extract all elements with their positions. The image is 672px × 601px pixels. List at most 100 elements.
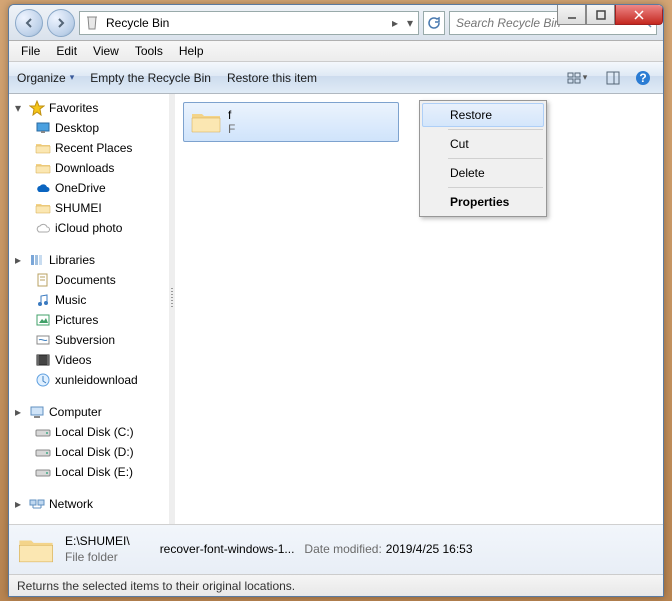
sidebar-item-videos[interactable]: Videos [9, 350, 169, 370]
network-group: ▸ Network [9, 494, 169, 514]
sidebar-item-subversion[interactable]: Subversion [9, 330, 169, 350]
computer-header[interactable]: ▸ Computer [9, 402, 169, 422]
sidebar-item-shumei[interactable]: SHUMEI [9, 198, 169, 218]
music-icon [35, 292, 51, 308]
desktop-icon [35, 120, 51, 136]
address-bar[interactable]: Recycle Bin ▸ ▾ [79, 11, 419, 35]
network-label: Network [49, 497, 93, 511]
menu-file[interactable]: File [13, 42, 48, 60]
sidebar-item-downloads[interactable]: Downloads [9, 158, 169, 178]
recycle-bin-icon [84, 15, 100, 31]
recent-icon [35, 140, 51, 156]
toolbar-right: ▾ ? [559, 67, 655, 89]
sidebar-item-music[interactable]: Music [9, 290, 169, 310]
favorites-group: ▾ Favorites Desktop Recent Places Downlo… [9, 98, 169, 238]
sidebar-item-pictures[interactable]: Pictures [9, 310, 169, 330]
sidebar-item-documents[interactable]: Documents [9, 270, 169, 290]
sidebar-item-label: Local Disk (C:) [55, 425, 134, 439]
sidebar-item-recent-places[interactable]: Recent Places [9, 138, 169, 158]
xunlei-icon [35, 372, 51, 388]
sidebar-item-label: Recent Places [55, 141, 132, 155]
file-item-selected[interactable]: f F [183, 102, 399, 142]
sidebar-item-disk-e[interactable]: Local Disk (E:) [9, 462, 169, 482]
libraries-icon [29, 252, 45, 268]
icloud-icon [35, 220, 51, 236]
sidebar-item-label: Pictures [55, 313, 98, 327]
subversion-icon [35, 332, 51, 348]
file-item-text: f F [228, 108, 235, 137]
libraries-header[interactable]: ▸ Libraries [9, 250, 169, 270]
file-list-area[interactable]: f F Restore Cut Delete Properties [175, 94, 663, 524]
address-location: Recycle Bin [104, 16, 388, 30]
libraries-group: ▸ Libraries Documents Music Pictures Sub… [9, 250, 169, 390]
back-button[interactable] [15, 9, 43, 37]
details-pane: E:\SHUMEI\ File folder recover-font-wind… [9, 524, 663, 574]
sidebar-item-disk-c[interactable]: Local Disk (C:) [9, 422, 169, 442]
libraries-label: Libraries [49, 253, 95, 267]
onedrive-icon [35, 180, 51, 196]
organize-button[interactable]: Organize ▾ [17, 71, 74, 85]
sidebar-item-xunlei[interactable]: xunleidownload [9, 370, 169, 390]
sidebar-item-label: Downloads [55, 161, 114, 175]
view-options-button[interactable]: ▾ [559, 67, 595, 89]
sidebar-item-label: Music [55, 293, 86, 307]
refresh-button[interactable] [423, 11, 445, 35]
menu-edit[interactable]: Edit [48, 42, 85, 60]
computer-group: ▸ Computer Local Disk (C:) Local Disk (D… [9, 402, 169, 482]
menu-tools[interactable]: Tools [127, 42, 171, 60]
sidebar-item-label: SHUMEI [55, 201, 102, 215]
restore-item-button[interactable]: Restore this item [227, 71, 317, 85]
address-dropdown-icon[interactable]: ▾ [402, 16, 418, 30]
details-path: E:\SHUMEI\ [65, 534, 130, 550]
sidebar-item-onedrive[interactable]: OneDrive [9, 178, 169, 198]
close-button[interactable] [615, 5, 663, 25]
organize-label: Organize [17, 71, 66, 85]
details-col-modified: Date modified: 2019/4/25 16:53 [304, 542, 472, 558]
sidebar-item-label: Local Disk (E:) [55, 465, 133, 479]
sidebar-item-label: Subversion [55, 333, 115, 347]
sidebar-item-label: OneDrive [55, 181, 106, 195]
network-header[interactable]: ▸ Network [9, 494, 169, 514]
help-button[interactable]: ? [631, 67, 655, 89]
context-cut[interactable]: Cut [422, 132, 544, 156]
sidebar-item-desktop[interactable]: Desktop [9, 118, 169, 138]
sidebar-item-label: Videos [55, 353, 91, 367]
context-delete[interactable]: Delete [422, 161, 544, 185]
command-bar: Organize ▾ Empty the Recycle Bin Restore… [9, 62, 663, 94]
sidebar-item-disk-d[interactable]: Local Disk (D:) [9, 442, 169, 462]
preview-pane-button[interactable] [601, 67, 625, 89]
context-restore[interactable]: Restore [422, 103, 544, 127]
menu-bar: File Edit View Tools Help [9, 41, 663, 62]
context-properties[interactable]: Properties [422, 190, 544, 214]
details-type: File folder [65, 550, 130, 566]
empty-recycle-bin-button[interactable]: Empty the Recycle Bin [90, 71, 211, 85]
sidebar-item-icloud[interactable]: iCloud photo [9, 218, 169, 238]
menu-help[interactable]: Help [171, 42, 212, 60]
favorites-label: Favorites [49, 101, 98, 115]
forward-button[interactable] [47, 9, 75, 37]
status-bar: Returns the selected items to their orig… [9, 574, 663, 596]
file-sub: F [228, 122, 235, 136]
computer-icon [29, 404, 45, 420]
network-icon [29, 496, 45, 512]
context-separator [448, 158, 543, 159]
context-menu: Restore Cut Delete Properties [419, 100, 547, 217]
maximize-button[interactable] [586, 5, 615, 25]
favorites-icon [29, 100, 45, 116]
favorites-header[interactable]: ▾ Favorites [9, 98, 169, 118]
expand-icon: ▸ [15, 405, 25, 419]
disk-icon [35, 464, 51, 480]
details-col-name: recover-font-windows-1... [160, 542, 295, 558]
window-controls [557, 5, 663, 25]
sidebar-item-label: Local Disk (D:) [55, 445, 134, 459]
status-text: Returns the selected items to their orig… [17, 579, 295, 593]
expand-icon: ▸ [15, 253, 25, 267]
minimize-button[interactable] [557, 5, 586, 25]
videos-icon [35, 352, 51, 368]
address-chevron-icon[interactable]: ▸ [388, 16, 402, 30]
svg-text:?: ? [639, 71, 646, 85]
details-mod-value: 2019/4/25 16:53 [386, 542, 473, 558]
menu-view[interactable]: View [85, 42, 127, 60]
sidebar-item-label: iCloud photo [55, 221, 122, 235]
downloads-icon [35, 160, 51, 176]
